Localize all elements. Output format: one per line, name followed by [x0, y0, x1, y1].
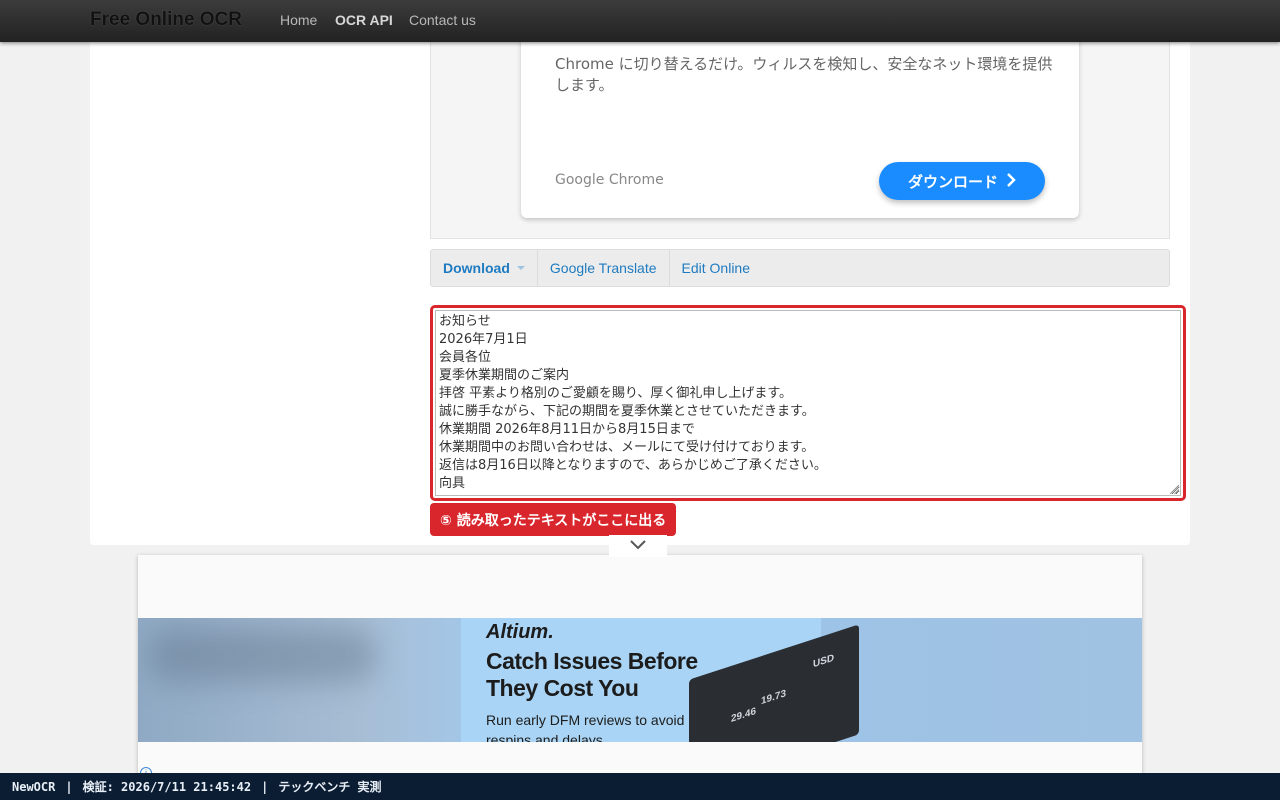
status-bar: NewOCR | 検証: 2026/7/11 21:45:42 | テックベンチ… [0, 773, 1280, 800]
collapse-toggle[interactable] [609, 535, 667, 557]
laptop-value: 19.73 [761, 688, 787, 708]
top-navbar: Free Online OCR Home OCR API Contact us [0, 0, 1280, 42]
edit-online-button[interactable]: Edit Online [670, 250, 762, 286]
status-verified: 検証: 2026/7/11 21:45:42 [82, 780, 252, 794]
status-note: テックベンチ 実測 [278, 780, 382, 794]
result-line: 誠に勝手ながら、下記の期間を夏季休業とさせていただきます。 [439, 404, 815, 419]
result-line: 2026年7月1日 [439, 332, 528, 347]
ad-description: Chrome に切り替えるだけ。ウィルスを検知し、安全なネット環境を提供します。 [555, 55, 1053, 94]
status-app: NewOCR [12, 779, 56, 794]
ocr-result-textarea[interactable]: お知らせ 2026年7月1日 会員各位 夏季休業期間のご案内 拝啓 平素より格別… [435, 310, 1181, 496]
chrome-ad-card[interactable]: Chrome に切り替えるだけ。ウィルスを検知し、安全なネット環境を提供します。… [521, 30, 1079, 218]
result-highlight: お知らせ 2026年7月1日 会員各位 夏季休業期間のご案内 拝啓 平素より格別… [430, 305, 1186, 501]
result-line: 夏季休業期間のご案内 [439, 368, 570, 383]
separator: | [261, 779, 269, 794]
nav-contact[interactable]: Contact us [409, 12, 476, 28]
download-dropdown[interactable]: Download [431, 250, 538, 286]
chevron-right-icon [1006, 172, 1016, 191]
result-line: 返信は8月16日以降となりますので、あらかじめご了承ください。 [439, 458, 827, 473]
caret-down-icon [516, 266, 525, 270]
altium-logo: Altium. [486, 621, 554, 643]
nav-ocr-api[interactable]: OCR API [335, 12, 393, 28]
laptop-image: 29.46 19.73 USD [689, 624, 859, 742]
result-line: 休業期間中のお問い合わせは、メールにて受け付けております。 [439, 440, 815, 455]
separator: | [65, 779, 73, 794]
action-toolbar: Download Google Translate Edit Online [430, 249, 1170, 287]
site-brand[interactable]: Free Online OCR [90, 9, 242, 31]
chevron-down-icon [630, 537, 646, 555]
google-translate-button[interactable]: Google Translate [538, 250, 670, 286]
result-line: お知らせ [439, 314, 491, 329]
download-button[interactable]: ダウンロード [879, 162, 1045, 200]
banner-center: Altium. Catch Issues Before They Cost Yo… [461, 618, 859, 742]
download-dropdown-label: Download [443, 260, 510, 276]
result-line: 向具 [439, 476, 466, 491]
altium-banner[interactable]: Altium. Catch Issues Before They Cost Yo… [138, 618, 1142, 742]
callout-label: ⑤ 読み取ったテキストがここに出る [430, 503, 677, 536]
result-line: 拝啓 平素より格別のご愛顧を賜り、厚く御礼申し上げます。 [439, 386, 793, 401]
result-line: 休業期間 2026年8月11日から8月15日まで [439, 422, 695, 437]
banner-background [148, 628, 378, 683]
laptop-value: USD [813, 652, 835, 671]
ad-source: Google Chrome [555, 172, 664, 188]
resize-grip[interactable] [1170, 485, 1179, 494]
download-button-label: ダウンロード [907, 172, 998, 191]
nav-home[interactable]: Home [280, 12, 317, 28]
lower-ad-panel: Altium. Catch Issues Before They Cost Yo… [138, 555, 1142, 800]
result-line: 会員各位 [439, 350, 492, 365]
laptop-value: 29.46 [731, 705, 757, 725]
banner-subtext: Run early DFM reviews to avoid respins a… [486, 712, 685, 742]
